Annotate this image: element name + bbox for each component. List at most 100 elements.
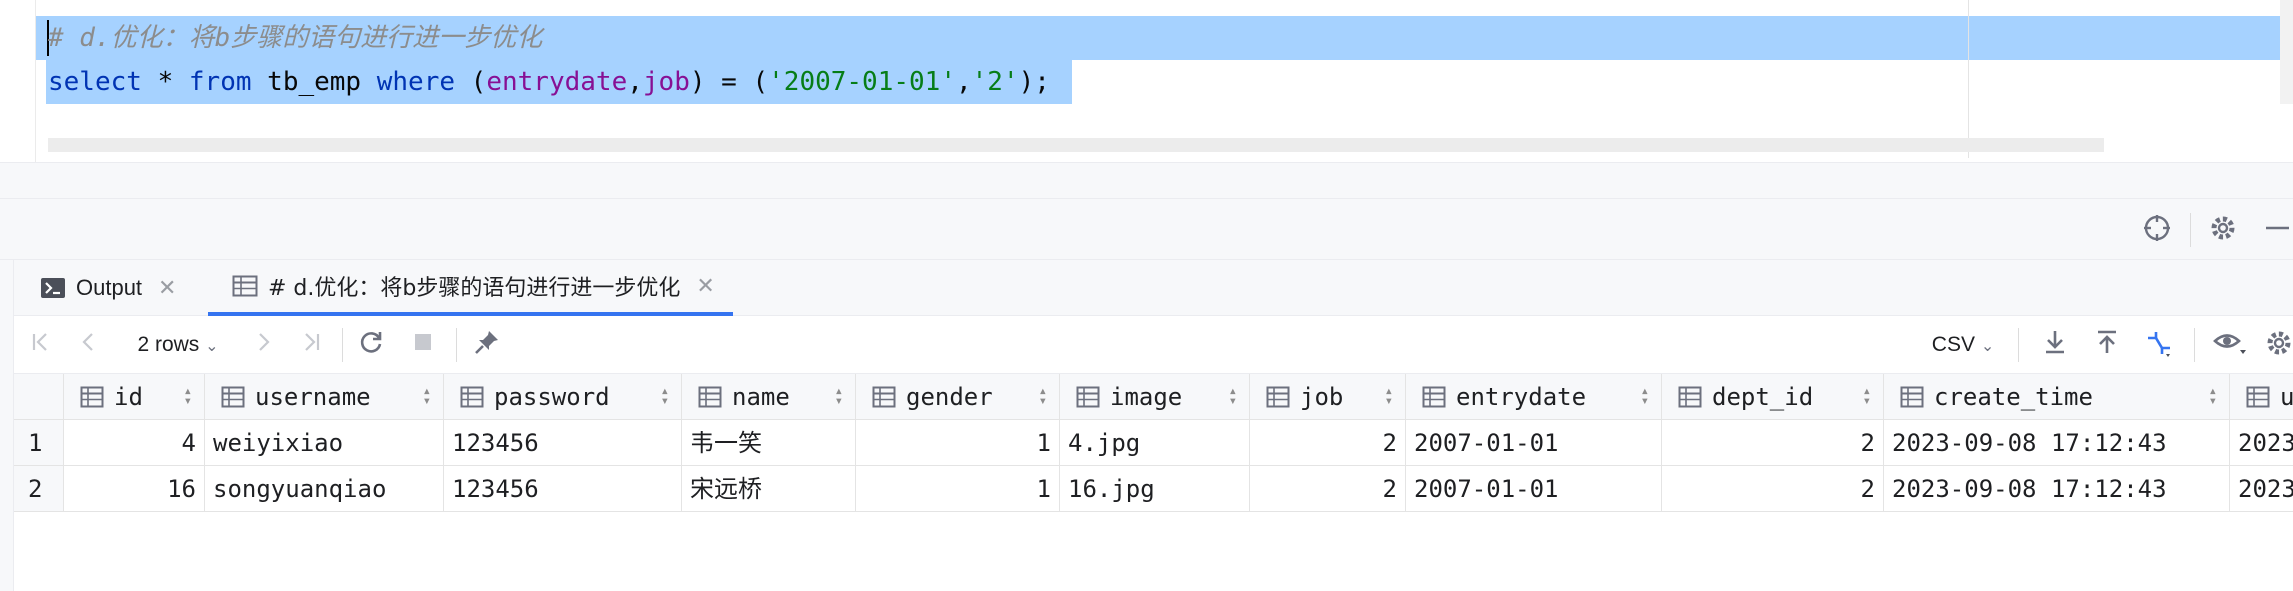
column-header-username[interactable]: username ▴ ▾ bbox=[205, 374, 444, 420]
sort-icon[interactable]: ▴ ▾ bbox=[1039, 384, 1047, 408]
tab-output[interactable]: Output ✕ bbox=[40, 260, 176, 316]
table-cell-dept-id[interactable]: 2 bbox=[1662, 466, 1884, 512]
sort-icon[interactable]: ▴ ▾ bbox=[1229, 384, 1237, 408]
table-cell-name[interactable]: 韦一笑 bbox=[682, 420, 856, 466]
column-icon bbox=[1076, 386, 1100, 408]
table-cell-image[interactable]: 16.jpg bbox=[1060, 466, 1250, 512]
sql-field: entrydate bbox=[486, 67, 628, 97]
services-panel-header bbox=[0, 198, 2293, 260]
gear-icon[interactable] bbox=[2262, 328, 2293, 362]
table-cell-entrydate[interactable]: 2007-01-01 bbox=[1406, 466, 1662, 512]
column-header-gender[interactable]: gender ▴ ▾ bbox=[856, 374, 1060, 420]
column-icon bbox=[872, 386, 896, 408]
column-header-label: create_time bbox=[1934, 382, 2093, 411]
table-cell-job[interactable]: 2 bbox=[1250, 466, 1406, 512]
sort-icon[interactable]: ▴ ▾ bbox=[661, 384, 669, 408]
column-header-label: job bbox=[1300, 382, 1344, 411]
panel-splitter[interactable] bbox=[0, 162, 2293, 198]
result-tabs-bar: Output ✕ # d.优化：将b步骤的语句进行进一步优化 ✕ bbox=[0, 260, 2293, 316]
table-cell-id[interactable]: 16 bbox=[64, 466, 205, 512]
column-header-dept-id[interactable]: dept_id ▴ ▾ bbox=[1662, 374, 1884, 420]
console-output-icon bbox=[40, 277, 66, 299]
table-cell-image[interactable]: 4.jpg bbox=[1060, 420, 1250, 466]
table-cell-gender[interactable]: 1 bbox=[856, 420, 1060, 466]
column-header-job[interactable]: job ▴ ▾ bbox=[1250, 374, 1406, 420]
table-cell-username[interactable]: weiyixiao bbox=[205, 420, 444, 466]
pin-icon[interactable] bbox=[470, 328, 504, 362]
sort-icon[interactable]: ▴ ▾ bbox=[1385, 384, 1393, 408]
horizontal-scrollbar[interactable] bbox=[48, 138, 2104, 152]
table-cell-password[interactable]: 123456 bbox=[444, 466, 682, 512]
column-header-entrydate[interactable]: entrydate ▴ ▾ bbox=[1406, 374, 1662, 420]
table-cell-id[interactable]: 4 bbox=[64, 420, 205, 466]
download-icon[interactable] bbox=[2038, 328, 2072, 362]
sort-icon[interactable]: ▴ ▾ bbox=[1641, 384, 1649, 408]
sort-icon[interactable]: ▴ ▾ bbox=[835, 384, 843, 408]
sort-icon[interactable]: ▴ ▾ bbox=[423, 384, 431, 408]
column-header-label: dept_id bbox=[1712, 382, 1814, 411]
column-icon bbox=[1678, 386, 1702, 408]
table-cell-username[interactable]: songyuanqiao bbox=[205, 466, 444, 512]
column-header-u[interactable]: u bbox=[2230, 374, 2293, 420]
crosshair-icon[interactable] bbox=[2140, 213, 2174, 247]
right-margin-guide bbox=[1968, 0, 1969, 158]
table-cell-entrydate[interactable]: 2007-01-01 bbox=[1406, 420, 1662, 466]
compare-icon[interactable] bbox=[2142, 328, 2176, 362]
column-icon bbox=[460, 386, 484, 408]
next-page-icon[interactable] bbox=[246, 328, 280, 362]
table-grid-icon bbox=[232, 275, 258, 297]
tab-query-result[interactable]: # d.优化：将b步骤的语句进行进一步优化 ✕ bbox=[208, 260, 733, 316]
sql-statement-line[interactable]: select * from tb_emp where (entrydate,jo… bbox=[48, 60, 1050, 104]
sql-keyword: from bbox=[188, 67, 252, 97]
column-header-create-time[interactable]: create_time ▴ ▾ bbox=[1884, 374, 2230, 420]
stop-icon[interactable] bbox=[406, 328, 440, 362]
column-header-name[interactable]: name ▴ ▾ bbox=[682, 374, 856, 420]
column-header-password[interactable]: password ▴ ▾ bbox=[444, 374, 682, 420]
gear-icon[interactable] bbox=[2206, 213, 2240, 247]
sql-field: job bbox=[642, 67, 690, 97]
column-header-label: gender bbox=[906, 382, 993, 411]
table-cell-create-time[interactable]: 2023-09-08 17:12:43 bbox=[1884, 420, 2230, 466]
column-header-id[interactable]: id ▴ ▾ bbox=[64, 374, 205, 420]
sql-token: ); bbox=[1018, 67, 1050, 97]
table-cell-job[interactable]: 2 bbox=[1250, 420, 1406, 466]
minimize-icon[interactable] bbox=[2259, 213, 2293, 247]
table-cell-name[interactable]: 宋远桥 bbox=[682, 466, 856, 512]
chevron-down-icon: ⌄ bbox=[1980, 338, 1995, 355]
row-number[interactable]: 1 bbox=[14, 420, 64, 466]
previous-page-icon[interactable] bbox=[72, 328, 106, 362]
grid-corner[interactable] bbox=[14, 374, 64, 420]
sql-token: , bbox=[955, 67, 972, 97]
column-icon bbox=[698, 386, 722, 408]
column-icon bbox=[1900, 386, 1924, 408]
sort-icon[interactable]: ▴ ▾ bbox=[184, 384, 192, 408]
table-cell-password[interactable]: 123456 bbox=[444, 420, 682, 466]
result-toolbar: 2 rows ⌄ CSV ⌄ bbox=[14, 316, 2293, 374]
sql-comment-line[interactable]: # d.优化：将b步骤的语句进行进一步优化 bbox=[48, 16, 542, 60]
upload-icon[interactable] bbox=[2090, 328, 2124, 362]
table-cell-u[interactable]: 2023 bbox=[2230, 466, 2293, 512]
column-header-label: entrydate bbox=[1456, 382, 1587, 411]
tab-label: # d.优化：将b步骤的语句进行进一步优化 bbox=[268, 276, 681, 301]
table-cell-dept-id[interactable]: 2 bbox=[1662, 420, 1884, 466]
vertical-scrollbar[interactable] bbox=[2280, 0, 2293, 104]
row-number[interactable]: 2 bbox=[14, 466, 64, 512]
sql-editor[interactable]: # d.优化：将b步骤的语句进行进一步优化 select * from tb_e… bbox=[0, 0, 2293, 162]
sort-icon[interactable]: ▴ ▾ bbox=[1863, 384, 1871, 408]
refresh-icon[interactable] bbox=[354, 328, 388, 362]
first-page-icon[interactable] bbox=[24, 328, 58, 362]
toolbar-separator bbox=[2194, 328, 2195, 362]
close-icon[interactable]: ✕ bbox=[696, 273, 714, 299]
column-icon bbox=[2246, 386, 2270, 408]
table-cell-u[interactable]: 2023 bbox=[2230, 420, 2293, 466]
column-header-image[interactable]: image ▴ ▾ bbox=[1060, 374, 1250, 420]
sort-icon[interactable]: ▴ ▾ bbox=[2209, 384, 2217, 408]
result-grid[interactable]: id ▴ ▾ username ▴ ▾ password ▴ ▾ name ▴ ▾ gender ▴ ▾ im… bbox=[14, 374, 2293, 591]
table-cell-gender[interactable]: 1 bbox=[856, 466, 1060, 512]
rows-count-dropdown[interactable]: 2 rows ⌄ bbox=[128, 328, 228, 362]
export-format-dropdown[interactable]: CSV ⌄ bbox=[1928, 328, 1998, 362]
last-page-icon[interactable] bbox=[294, 328, 328, 362]
close-icon[interactable]: ✕ bbox=[158, 275, 176, 301]
table-cell-create-time[interactable]: 2023-09-08 17:12:43 bbox=[1884, 466, 2230, 512]
eye-icon[interactable] bbox=[2210, 328, 2250, 362]
